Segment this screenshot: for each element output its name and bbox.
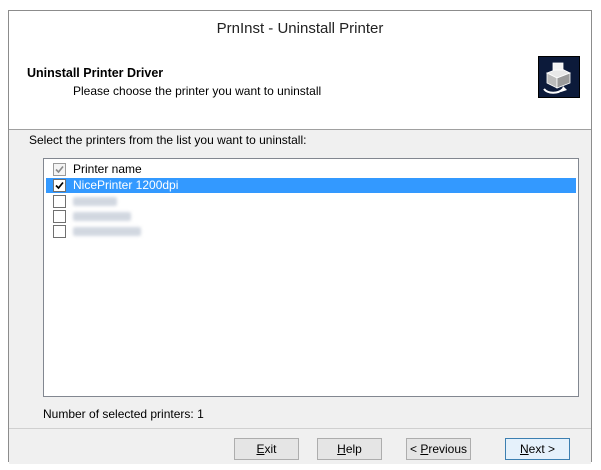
- instruction-text: Select the printers from the list you wa…: [29, 133, 307, 147]
- printer-checkbox[interactable]: [53, 195, 66, 208]
- obscured-printer-name: [73, 212, 131, 221]
- window-title: PrnInst - Uninstall Printer: [9, 11, 591, 47]
- printer-name: NicePrinter 1200dpi: [73, 178, 179, 192]
- printer-uninstall-icon: [538, 56, 580, 98]
- column-header-printer-name: Printer name: [73, 162, 142, 176]
- previous-button[interactable]: < Previous: [406, 438, 471, 460]
- select-all-checkbox[interactable]: [53, 163, 66, 176]
- list-item[interactable]: [46, 194, 576, 209]
- exit-button[interactable]: Exit: [234, 438, 299, 460]
- printer-list[interactable]: Printer name NicePrinter 1200dpi: [43, 158, 579, 397]
- header-title: Uninstall Printer Driver: [27, 66, 164, 80]
- wizard-header: Uninstall Printer Driver Please choose t…: [9, 47, 591, 130]
- obscured-printer-name: [73, 197, 117, 206]
- obscured-printer-name: [73, 227, 141, 236]
- help-button[interactable]: Help: [317, 438, 382, 460]
- selected-count-text: Number of selected printers: 1: [43, 407, 204, 421]
- list-item[interactable]: [46, 209, 576, 224]
- next-button[interactable]: Next >: [505, 438, 570, 460]
- printer-checkbox[interactable]: [53, 179, 66, 192]
- printer-checkbox[interactable]: [53, 210, 66, 223]
- printer-checkbox[interactable]: [53, 225, 66, 238]
- list-item[interactable]: NicePrinter 1200dpi: [46, 178, 576, 193]
- header-subtitle: Please choose the printer you want to un…: [73, 84, 322, 98]
- wizard-footer: Exit Help < Previous Next >: [9, 428, 591, 464]
- list-header-row[interactable]: Printer name: [46, 162, 576, 177]
- list-item[interactable]: [46, 224, 576, 239]
- uninstall-printer-dialog: PrnInst - Uninstall Printer Uninstall Pr…: [8, 10, 592, 464]
